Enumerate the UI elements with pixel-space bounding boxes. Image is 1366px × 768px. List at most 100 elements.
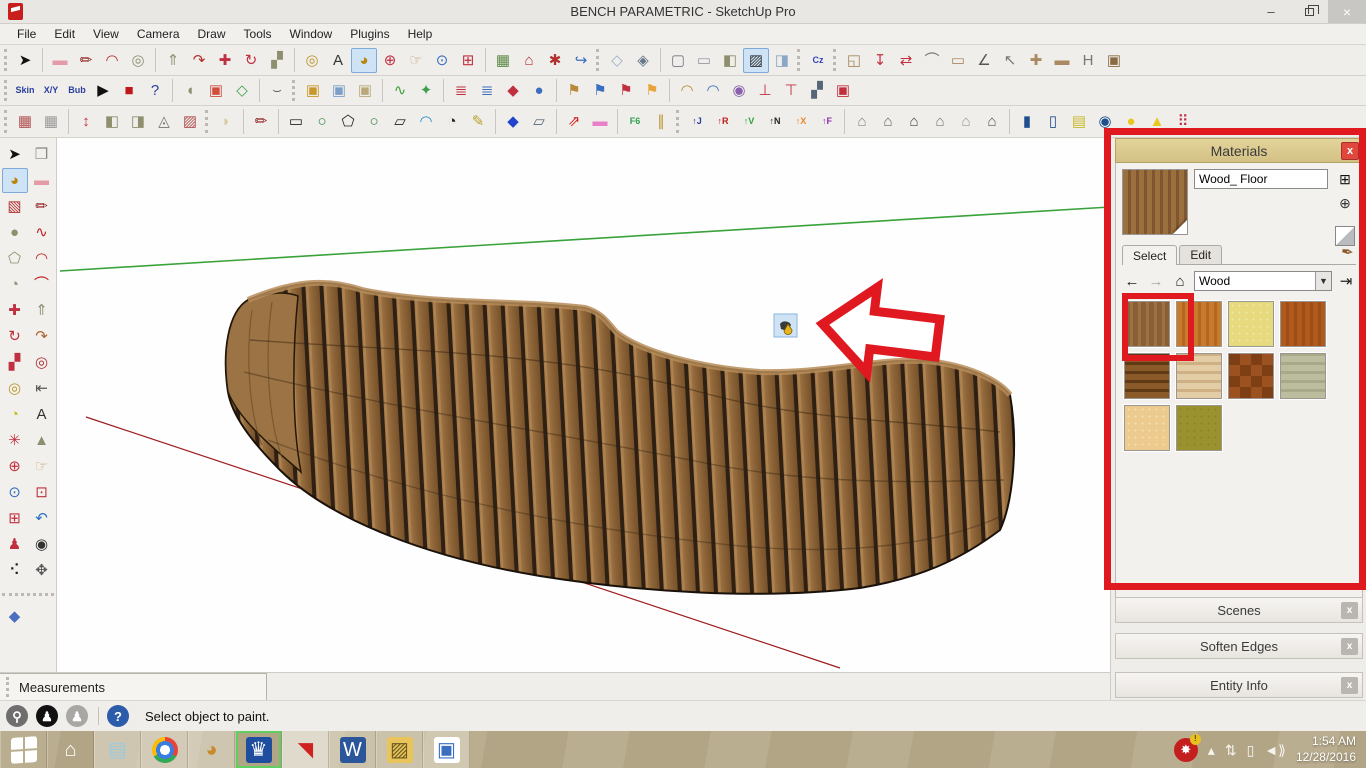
collection-dropdown[interactable]: Wood ▼ [1194,271,1332,291]
lt-paint-bucket-icon[interactable]: ◕ [1,168,28,193]
lt-orbit-icon[interactable]: ⊕ [2,454,28,479]
lt-push-pull-icon[interactable]: ⇑ [29,298,55,323]
menu-window[interactable]: Window [281,24,342,45]
create-material-icon[interactable]: ⊕ [1335,193,1355,213]
menu-file[interactable]: File [8,24,45,45]
eraser-tool-icon[interactable]: ▬ [47,48,73,73]
house-outline-icon[interactable]: ⌂ [953,109,979,134]
layers-diamond-icon[interactable]: ◆ [500,78,526,103]
shape-gray-icon[interactable]: ▱ [526,109,552,134]
sign-in-icon[interactable]: ♟ [66,705,88,727]
bit-beam-icon[interactable]: H [1075,48,1101,73]
curviloft-1-icon[interactable]: ◠ [674,78,700,103]
artisan-flag-3-icon[interactable]: ⚑ [613,78,639,103]
denim-panel-icon[interactable]: ▮ [1014,109,1040,134]
joint-pushpull-icon[interactable]: ⇗ [561,109,587,134]
extension-warehouse-icon[interactable]: ✱ [542,48,568,73]
shell-tool-icon[interactable]: ◖ [177,78,203,103]
tray-network-icon[interactable]: ⇅ [1225,743,1237,757]
curviloft-6-icon[interactable]: ▞ [804,78,830,103]
credits-icon[interactable]: ♟ [36,705,58,727]
panel-entity-info[interactable]: Entity Info x [1115,672,1363,698]
swatch-mahogany[interactable] [1279,300,1327,348]
swatch-bamboo-amber[interactable] [1175,300,1223,348]
house-front-icon[interactable]: ⌂ [901,109,927,134]
hidden-line-style-icon[interactable]: ▭ [691,48,717,73]
make-face-icon[interactable]: ◆ [2,604,28,629]
filmstrip-icon[interactable]: ▤ [1066,109,1092,134]
spiral-tool-icon[interactable]: ∿ [387,78,413,103]
soap-help-icon[interactable]: ? [142,78,168,103]
taskbar-clock[interactable]: 1:54 AM 12/28/2016 [1296,734,1356,765]
drape-tool-icon[interactable]: ◨ [125,109,151,134]
artisan-flag-1-icon[interactable]: ⚑ [561,78,587,103]
bit-planks-icon[interactable]: ▬ [1049,48,1075,73]
secondary-pane-icon[interactable]: ⊞ [1335,169,1355,189]
box-tan-icon[interactable]: ▣ [352,78,378,103]
rotate-tool-icon[interactable]: ↻ [238,48,264,73]
panel-soften-edges[interactable]: Soften Edges x [1115,633,1363,659]
house-wire-icon[interactable]: ⌂ [849,109,875,134]
lt-offset-icon[interactable]: ◎ [29,350,55,375]
swatch-planks-dark[interactable] [1123,352,1171,400]
zoom-tool-icon[interactable]: ⊙ [429,48,455,73]
soap-xy-icon[interactable]: X/Y [38,78,64,103]
shaded-style-icon[interactable]: ◧ [717,48,743,73]
lt-3d-text-icon[interactable]: ▲ [29,428,55,453]
surf-parallelogram-icon[interactable]: ▱ [387,109,413,134]
scale-tool-icon[interactable]: ▞ [264,48,290,73]
curviloft-7-icon[interactable]: ▣ [830,78,856,103]
lt-zoom-window-icon[interactable]: ⊡ [29,480,55,505]
box-gold-icon[interactable]: ▣ [300,78,326,103]
curviloft-4-icon[interactable]: ⊥ [752,78,778,103]
lt-move-icon[interactable]: ✚ [2,298,28,323]
paint-bucket-icon[interactable]: ◕ [351,47,377,73]
share-model-icon[interactable]: ↪ [568,48,594,73]
taskbar-explorer[interactable]: ▨ [376,731,423,768]
curviloft-3-icon[interactable]: ◉ [726,78,752,103]
menu-tools[interactable]: Tools [235,24,281,45]
lt-pan-icon[interactable]: ☞ [29,454,55,479]
menu-camera[interactable]: Camera [128,24,189,45]
arc-tool-icon[interactable]: ◠ [99,48,125,73]
artisan-flag-4-icon[interactable]: ⚑ [639,78,665,103]
tray-battery-icon[interactable]: ▯ [1247,743,1255,757]
model-viewport[interactable] [57,138,1110,672]
close-button[interactable]: × [1328,0,1366,23]
sample-paint-icon[interactable]: ✒ [1340,242,1356,262]
layers-5-icon[interactable]: ≣ [448,78,474,103]
smoove-tool-icon[interactable]: ↕ [73,109,99,134]
lt-polygon-icon[interactable]: ⬠ [2,246,28,271]
menu-edit[interactable]: Edit [45,24,84,45]
box-blue-icon[interactable]: ▣ [326,78,352,103]
warehouse-3d-icon[interactable]: ⌂ [516,48,542,73]
surf-rectangle-icon[interactable]: ▭ [283,109,309,134]
soften-edges-close-button[interactable]: x [1341,638,1358,655]
lt-follow-me-icon[interactable]: ↷ [29,324,55,349]
round-corner-icon[interactable]: ▬ [587,109,613,134]
lt-walk-icon[interactable]: ⠪ [2,558,28,583]
sandbox-scratch-icon[interactable]: ▦ [38,109,64,134]
surf-ellipse-icon[interactable]: ○ [361,109,387,134]
lt-rectangle-icon[interactable]: ▧ [2,194,28,219]
restore-button[interactable] [1290,0,1328,23]
lt-pie-icon[interactable]: ◔ [2,272,28,297]
shell-frame-icon[interactable]: ▣ [203,78,229,103]
select-tool-icon[interactable]: ➤ [12,48,38,73]
cz-plugin-icon[interactable]: Cz [805,48,831,73]
home-icon[interactable]: ⌂ [1170,273,1190,290]
import-V-icon[interactable]: ↑V [736,109,762,134]
swatch-wood-floor[interactable] [1123,300,1171,348]
lt-rotate-icon[interactable]: ↻ [2,324,28,349]
import-X-icon[interactable]: ↑X [788,109,814,134]
chevron-down-icon[interactable]: ▼ [1315,272,1331,290]
house-flat-icon[interactable]: ⌂ [979,109,1005,134]
stamp-tool-icon[interactable]: ◧ [99,109,125,134]
artisan-flag-2-icon[interactable]: ⚑ [587,78,613,103]
fredo6-tool-icon[interactable]: F6 [622,109,648,134]
toolbar-grip[interactable] [6,677,9,697]
taskbar-word[interactable]: W [329,731,376,768]
bit-spacing-icon[interactable]: ⇄ [893,48,919,73]
swatch-cork-tan[interactable] [1123,404,1171,452]
menu-help[interactable]: Help [399,24,442,45]
